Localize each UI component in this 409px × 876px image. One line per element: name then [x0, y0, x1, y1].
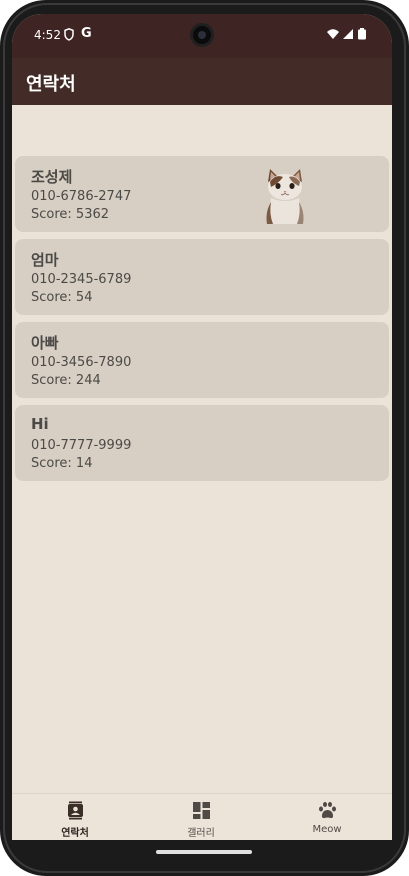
status-indicators	[327, 28, 366, 40]
status-time: 4:52	[34, 28, 61, 42]
nav-label: 갤러리	[187, 828, 215, 839]
contact-score: Score: 5362	[31, 207, 110, 222]
contact-name: Hi	[31, 415, 49, 433]
phone-frame: 4:52 G 연락처 조성제 010-6786-2747 Score: 5362…	[0, 0, 409, 876]
google-icon: G	[81, 26, 92, 41]
contact-phone: 010-6786-2747	[31, 189, 132, 204]
contact-phone: 010-7777-9999	[31, 438, 132, 453]
gesture-navigation-bar[interactable]	[156, 850, 252, 854]
paw-icon	[319, 802, 336, 819]
contact-score: Score: 54	[31, 290, 93, 305]
contact-phone: 010-2345-6789	[31, 272, 132, 287]
contact-card[interactable]: 아빠 010-3456-7890 Score: 244	[15, 322, 389, 398]
signal-icon	[343, 29, 353, 39]
nav-label: Meow	[312, 824, 342, 835]
contact-photo	[266, 169, 304, 224]
contact-name: 엄마	[31, 251, 59, 269]
contact-list: 조성제 010-6786-2747 Score: 5362 엄마 010-234…	[12, 105, 392, 840]
screen: 4:52 G 연락처 조성제 010-6786-2747 Score: 5362…	[12, 14, 392, 840]
nav-item-meow[interactable]: Meow	[264, 794, 390, 840]
status-bar: 4:52 G	[12, 14, 392, 58]
contact-name: 아빠	[31, 334, 59, 352]
front-camera	[190, 23, 214, 47]
battery-icon	[358, 28, 366, 40]
shield-icon	[64, 28, 74, 41]
dashboard-icon	[193, 802, 210, 819]
nav-item-contacts[interactable]: 연락처	[12, 794, 138, 840]
contact-card[interactable]: 엄마 010-2345-6789 Score: 54	[15, 239, 389, 315]
contact-name: 조성제	[31, 168, 73, 186]
contacts-icon	[68, 801, 83, 820]
contact-card[interactable]: Hi 010-7777-9999 Score: 14	[15, 405, 389, 481]
contact-score: Score: 244	[31, 373, 101, 388]
nav-item-gallery[interactable]: 갤러리	[138, 794, 264, 840]
contact-card[interactable]: 조성제 010-6786-2747 Score: 5362	[15, 156, 389, 232]
page-title: 연락처	[26, 74, 76, 95]
bottom-navigation: 연락처 갤러리 Meow	[12, 793, 392, 840]
contact-phone: 010-3456-7890	[31, 355, 132, 370]
app-bar: 연락처	[12, 58, 392, 105]
wifi-icon	[327, 29, 339, 39]
contact-score: Score: 14	[31, 456, 93, 471]
nav-label: 연락처	[61, 828, 89, 839]
